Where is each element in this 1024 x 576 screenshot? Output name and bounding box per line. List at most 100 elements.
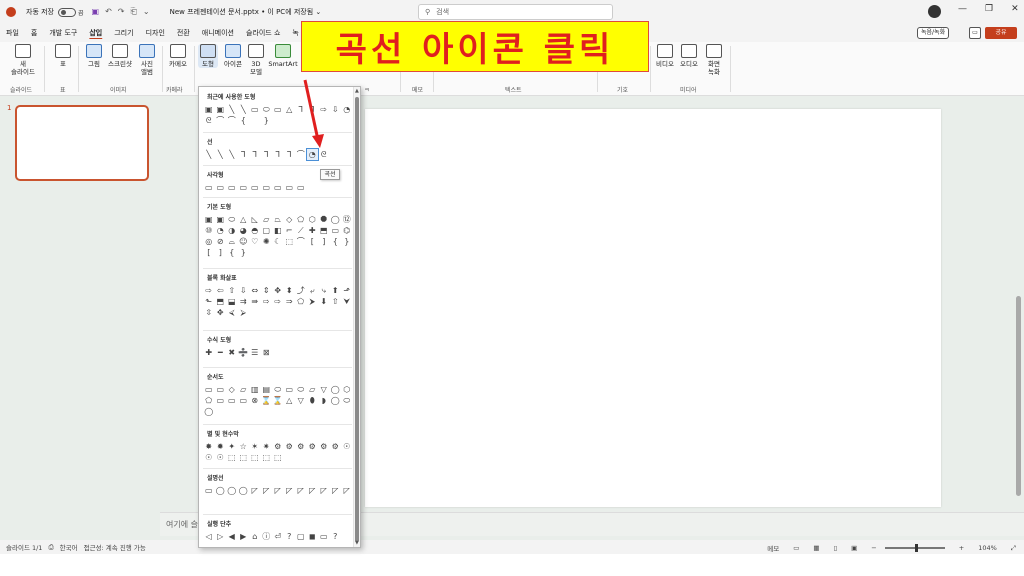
shape-icon[interactable]: ⚙ xyxy=(318,441,330,452)
cameo-button[interactable]: 카메오 xyxy=(166,44,190,68)
shape-icon[interactable]: ☰ xyxy=(249,347,261,358)
shape-icon[interactable]: ⌐ xyxy=(284,225,296,236)
shape-icon[interactable]: ⏎ xyxy=(272,531,284,542)
shape-icon[interactable]: ✺ xyxy=(261,236,273,247)
zoom-level[interactable]: 104% xyxy=(978,544,997,552)
shape-icon[interactable]: { xyxy=(226,247,238,258)
shape-icon[interactable]: ▭ xyxy=(261,182,273,193)
shape-icon[interactable]: ◸ xyxy=(295,485,307,496)
scroll-down-icon[interactable]: ▼ xyxy=(355,540,359,546)
zoom-in-icon[interactable]: + xyxy=(959,544,964,552)
redo-icon[interactable]: ↷ xyxy=(118,7,125,17)
shape-icon[interactable]: ▭ xyxy=(295,182,307,193)
gallery-scrollbar[interactable]: ▲ ▼ xyxy=(353,87,360,547)
shape-icon[interactable]: ? xyxy=(330,531,342,542)
shape-icon[interactable]: ◑ xyxy=(226,225,238,236)
shape-icon[interactable]: ⇨ xyxy=(272,296,284,307)
shape-icon[interactable]: ╲ xyxy=(215,149,227,160)
shape-icon[interactable]: ◔ xyxy=(341,104,353,115)
shape-icon[interactable]: ◔ xyxy=(215,225,227,236)
shape-icon[interactable]: ▭ xyxy=(215,384,227,395)
shape-icon[interactable]: ⬭ xyxy=(261,104,273,115)
share-button[interactable]: 공유 xyxy=(985,27,1017,39)
shape-icon[interactable]: ⅂ xyxy=(295,104,307,115)
shape-icon[interactable]: ◸ xyxy=(307,485,319,496)
shape-icon[interactable]: ▭ xyxy=(203,485,215,496)
shape-icon[interactable]: ⅂ xyxy=(249,149,261,160)
shape-icon[interactable]: ◇ xyxy=(284,214,296,225)
close-icon[interactable]: ✕ xyxy=(1011,4,1019,14)
shape-icon[interactable]: ✚ xyxy=(203,347,215,358)
autosave-toggle[interactable] xyxy=(58,7,76,17)
shape-icon[interactable]: ⑩ xyxy=(203,225,215,236)
shape-icon[interactable]: ◎ xyxy=(203,236,215,247)
shape-icon[interactable]: ✦ xyxy=(226,441,238,452)
avatar[interactable] xyxy=(928,5,941,18)
tab-8[interactable]: 슬라이드 쇼 xyxy=(240,28,286,38)
icons-button[interactable]: 아이콘 xyxy=(221,44,245,68)
shape-icon[interactable]: ▷ xyxy=(215,531,227,542)
shape-icon[interactable]: ▱ xyxy=(261,214,273,225)
shape-icon[interactable]: ⇔ xyxy=(249,285,261,296)
shape-icon[interactable]: ▭ xyxy=(330,225,342,236)
shape-icon[interactable]: ⌛ xyxy=(272,395,284,406)
shape-icon[interactable]: } xyxy=(341,236,353,247)
vertical-scrollbar[interactable] xyxy=(1016,296,1021,496)
shape-icon[interactable]: ▭ xyxy=(203,384,215,395)
shape-icon[interactable]: ✸ xyxy=(203,441,215,452)
shape-icon[interactable]: ▭ xyxy=(238,182,250,193)
shape-icon[interactable]: ⊠ xyxy=(261,347,273,358)
shape-icon[interactable]: ▱ xyxy=(307,384,319,395)
shape-icon[interactable]: ╲ xyxy=(226,104,238,115)
shape-icon[interactable]: ⬒ xyxy=(318,225,330,236)
shape-icon[interactable]: ⌒ xyxy=(295,236,307,247)
shape-icon[interactable]: ☉ xyxy=(203,452,215,463)
shape-icon[interactable]: ⚙ xyxy=(272,441,284,452)
shape-icon[interactable]: ▭ xyxy=(318,531,330,542)
shape-icon[interactable]: { xyxy=(238,115,250,126)
present-icon[interactable]: ⎗ xyxy=(131,7,137,17)
shape-icon[interactable]: ✷ xyxy=(261,441,273,452)
shape-icon[interactable]: ✥ xyxy=(215,307,227,318)
slide-sorter-icon[interactable]: ▦ xyxy=(813,544,819,552)
shape-icon[interactable]: ▭ xyxy=(272,104,284,115)
shape-icon[interactable]: ⮘ xyxy=(226,307,238,318)
shape-icon[interactable]: ⅂ xyxy=(272,149,284,160)
shape-icon[interactable]: ☾ xyxy=(272,236,284,247)
shape-icon[interactable]: ⇛ xyxy=(249,296,261,307)
shape-icon[interactable]: ▢ xyxy=(261,225,273,236)
shape-icon[interactable]: ⬡ xyxy=(341,384,353,395)
shape-icon[interactable]: ⌂ xyxy=(249,531,261,542)
smartart-button[interactable]: SmartArt xyxy=(268,44,298,68)
shape-icon[interactable]: ♡ xyxy=(249,236,261,247)
record-button[interactable]: 녹음/녹화 xyxy=(917,27,950,39)
shape-icon[interactable]: ☉ xyxy=(215,452,227,463)
shape-icon[interactable]: ◼ xyxy=(307,531,319,542)
zoom-slider[interactable] xyxy=(884,544,945,552)
shape-icon[interactable]: ] xyxy=(318,236,330,247)
tab-3[interactable]: 삽입 xyxy=(83,28,108,38)
shape-icon[interactable]: ᘓ xyxy=(318,149,330,160)
slide-thumbnail[interactable] xyxy=(15,105,149,181)
fit-slide-icon[interactable]: ⤢ xyxy=(1011,544,1016,553)
shape-icon[interactable]: ⇧ xyxy=(226,285,238,296)
shape-icon[interactable]: ◯ xyxy=(215,485,227,496)
shape-icon[interactable]: ⬍ xyxy=(284,285,296,296)
shape-icon[interactable]: ⬭ xyxy=(226,214,238,225)
shape-icon[interactable]: ▥ xyxy=(249,384,261,395)
shape-icon[interactable]: △ xyxy=(284,395,296,406)
shape-icon[interactable]: ╲ xyxy=(226,149,238,160)
shape-icon[interactable]: ⇦ xyxy=(215,285,227,296)
shape-icon[interactable]: ⇨ xyxy=(318,104,330,115)
shape-icon[interactable]: ⇒ xyxy=(284,296,296,307)
shape-icon[interactable]: ◸ xyxy=(330,485,342,496)
shape-icon[interactable]: ⇩ xyxy=(330,104,342,115)
shape-icon[interactable]: ⬚ xyxy=(226,452,238,463)
shape-icon[interactable]: ⤴ xyxy=(295,285,307,296)
table-button[interactable]: 표 xyxy=(52,44,74,68)
shape-icon[interactable]: ⬚ xyxy=(272,452,284,463)
shape-icon[interactable]: ⌬ xyxy=(341,225,353,236)
shape-icon[interactable]: ⬭ xyxy=(341,395,353,406)
shape-icon[interactable]: ◯ xyxy=(226,485,238,496)
shape-icon[interactable]: } xyxy=(238,247,250,258)
